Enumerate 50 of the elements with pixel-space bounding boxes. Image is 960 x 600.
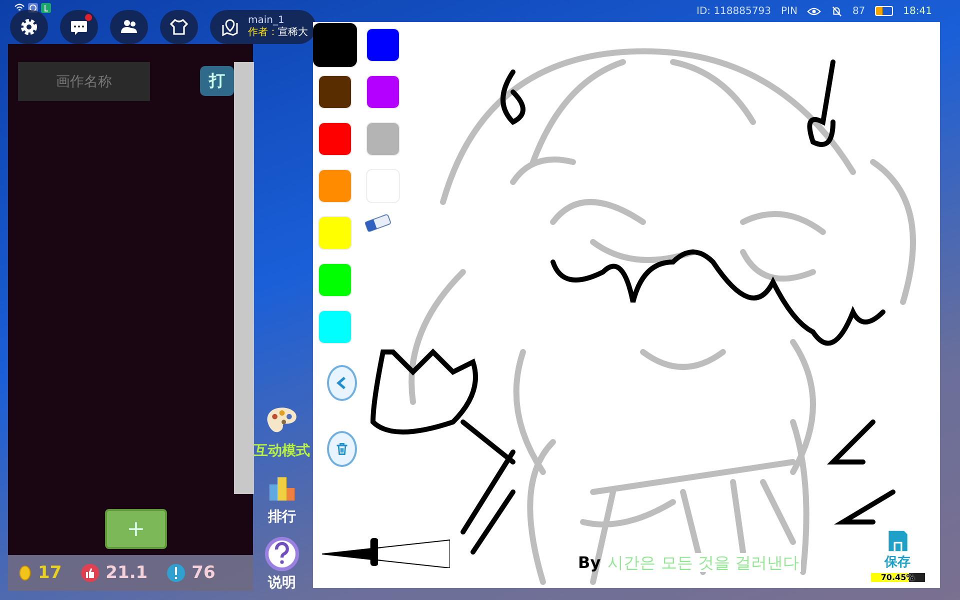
device-id-text: ID: 118885793	[696, 6, 771, 16]
color-swatch[interactable]	[318, 122, 352, 156]
settings-button[interactable]	[10, 10, 48, 44]
battery-percent: 87	[852, 6, 866, 16]
color-swatch[interactable]	[366, 75, 400, 109]
color-swatch[interactable]	[313, 22, 358, 68]
battery-icon	[875, 6, 894, 16]
color-swatch[interactable]	[318, 75, 352, 109]
back-button[interactable]	[327, 365, 357, 401]
title-field[interactable]: 画作名称	[18, 62, 150, 101]
wifi-icon	[14, 3, 25, 12]
palette-menu-button[interactable]: 互动模式	[253, 404, 311, 460]
open-button[interactable]: 打	[200, 66, 234, 96]
color-swatch[interactable]	[318, 263, 352, 297]
clock-text: 18:41	[903, 6, 932, 16]
coin-icon	[18, 563, 32, 583]
app-icon	[41, 3, 51, 13]
room-info-bar[interactable]: main_1 作者：宣稀大	[210, 10, 316, 44]
chat-button[interactable]	[60, 10, 98, 44]
stat-value: 21.1	[106, 563, 148, 583]
brush-size-slider[interactable]	[322, 536, 450, 568]
author-name: 宣稀大	[278, 27, 308, 39]
stat-value: 17	[38, 563, 62, 583]
eye-icon	[807, 6, 822, 16]
delete-button[interactable]	[327, 431, 357, 467]
scrollbar[interactable]	[234, 62, 254, 494]
outfit-button[interactable]	[160, 10, 198, 44]
floppy-icon	[886, 529, 908, 553]
ranking-menu-button[interactable]: 排行	[253, 470, 311, 526]
room-name: main_1	[248, 15, 286, 26]
save-button[interactable]: 保存	[884, 529, 910, 571]
thumbs-up-icon	[80, 563, 100, 583]
map-pin-icon	[220, 17, 240, 37]
friends-button[interactable]	[110, 10, 148, 44]
color-swatch[interactable]	[366, 28, 400, 62]
color-swatch[interactable]	[366, 122, 400, 156]
color-swatch[interactable]	[318, 169, 352, 203]
color-swatch[interactable]	[318, 216, 352, 250]
stat-value: 76	[192, 563, 216, 583]
settings-icon	[19, 17, 39, 37]
help-menu-button[interactable]: 说明	[253, 536, 311, 592]
author-label: 作者：	[248, 27, 278, 39]
exclamation-icon	[166, 563, 186, 583]
outfit-icon	[169, 17, 189, 37]
help-icon	[264, 536, 300, 572]
pin-label: PIN	[780, 6, 798, 16]
color-swatch[interactable]	[318, 310, 352, 344]
trash-icon	[335, 442, 349, 456]
muted-bell-icon	[831, 6, 842, 16]
signature-text: By 시간은 모든 것을 걸러낸다	[577, 553, 802, 574]
